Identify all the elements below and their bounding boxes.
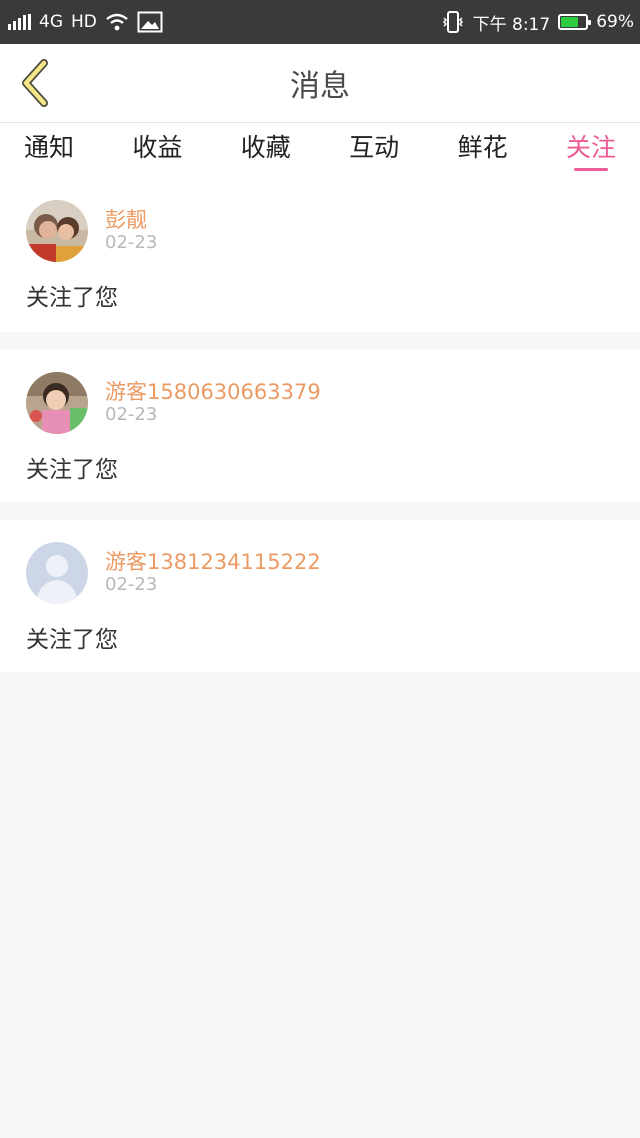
hd-indicator: HD — [71, 12, 97, 32]
tab-label: 收益 — [132, 133, 183, 162]
tab-notifications[interactable]: 通知 — [24, 123, 74, 164]
battery-fill — [561, 17, 578, 27]
tab-earnings[interactable]: 收益 — [132, 123, 182, 164]
tab-flowers[interactable]: 鲜花 — [458, 123, 508, 164]
back-button[interactable] — [14, 58, 58, 108]
avatar[interactable] — [26, 372, 88, 434]
message: 关注了您 — [26, 457, 118, 483]
tab-favorites[interactable]: 收藏 — [241, 123, 291, 164]
header: 消息 — [0, 44, 640, 122]
message: 关注了您 — [26, 285, 118, 311]
list-item[interactable]: 彭靓 02-23 关注了您 — [0, 178, 640, 332]
status-right: 下午 8:17 69% — [441, 10, 634, 35]
battery-icon — [558, 14, 592, 30]
status-bar: 4G HD 下午 8:17 69% — [0, 0, 640, 44]
date: 02-23 — [105, 574, 158, 595]
network-type: 4G — [39, 12, 63, 32]
tab-label: 鲜花 — [457, 133, 508, 162]
tab-following[interactable]: 关注 — [565, 123, 616, 171]
tab-label: 关注 — [565, 133, 616, 162]
list-item[interactable]: 游客1580630663379 02-23 关注了您 — [0, 350, 640, 502]
chevron-left-icon — [22, 59, 48, 107]
wifi-icon — [106, 13, 128, 31]
vibrate-icon — [442, 11, 463, 33]
list-item[interactable]: 游客1381234115222 02-23 关注了您 — [0, 520, 640, 672]
active-tab-indicator — [573, 168, 608, 171]
signal-icon — [8, 14, 31, 30]
date: 02-23 — [105, 232, 158, 253]
date: 02-23 — [105, 404, 158, 425]
image-icon — [137, 11, 163, 33]
avatar[interactable] — [26, 542, 88, 604]
tab-interactions[interactable]: 互动 — [349, 123, 399, 164]
battery-percent: 69% — [596, 12, 634, 32]
tab-label: 收藏 — [240, 133, 291, 162]
tab-bar: 通知 收益 收藏 互动 鲜花 关注 — [0, 122, 640, 178]
username[interactable]: 游客1381234115222 — [105, 546, 321, 576]
avatar-photo-icon — [26, 372, 88, 434]
page-title: 消息 — [290, 69, 350, 104]
notification-list: 彭靓 02-23 关注了您 游客1580630663379 02-23 关注了您 — [0, 178, 640, 672]
tab-label: 互动 — [349, 133, 400, 162]
username[interactable]: 彭靓 — [105, 204, 147, 234]
username[interactable]: 游客1580630663379 — [105, 376, 321, 406]
message: 关注了您 — [26, 627, 118, 653]
avatar[interactable] — [26, 200, 88, 262]
default-avatar-icon — [26, 542, 88, 604]
clock: 下午 8:17 — [472, 14, 551, 35]
avatar-photo-icon — [26, 200, 88, 262]
tab-label: 通知 — [24, 133, 75, 162]
status-left: 4G HD — [8, 11, 163, 33]
